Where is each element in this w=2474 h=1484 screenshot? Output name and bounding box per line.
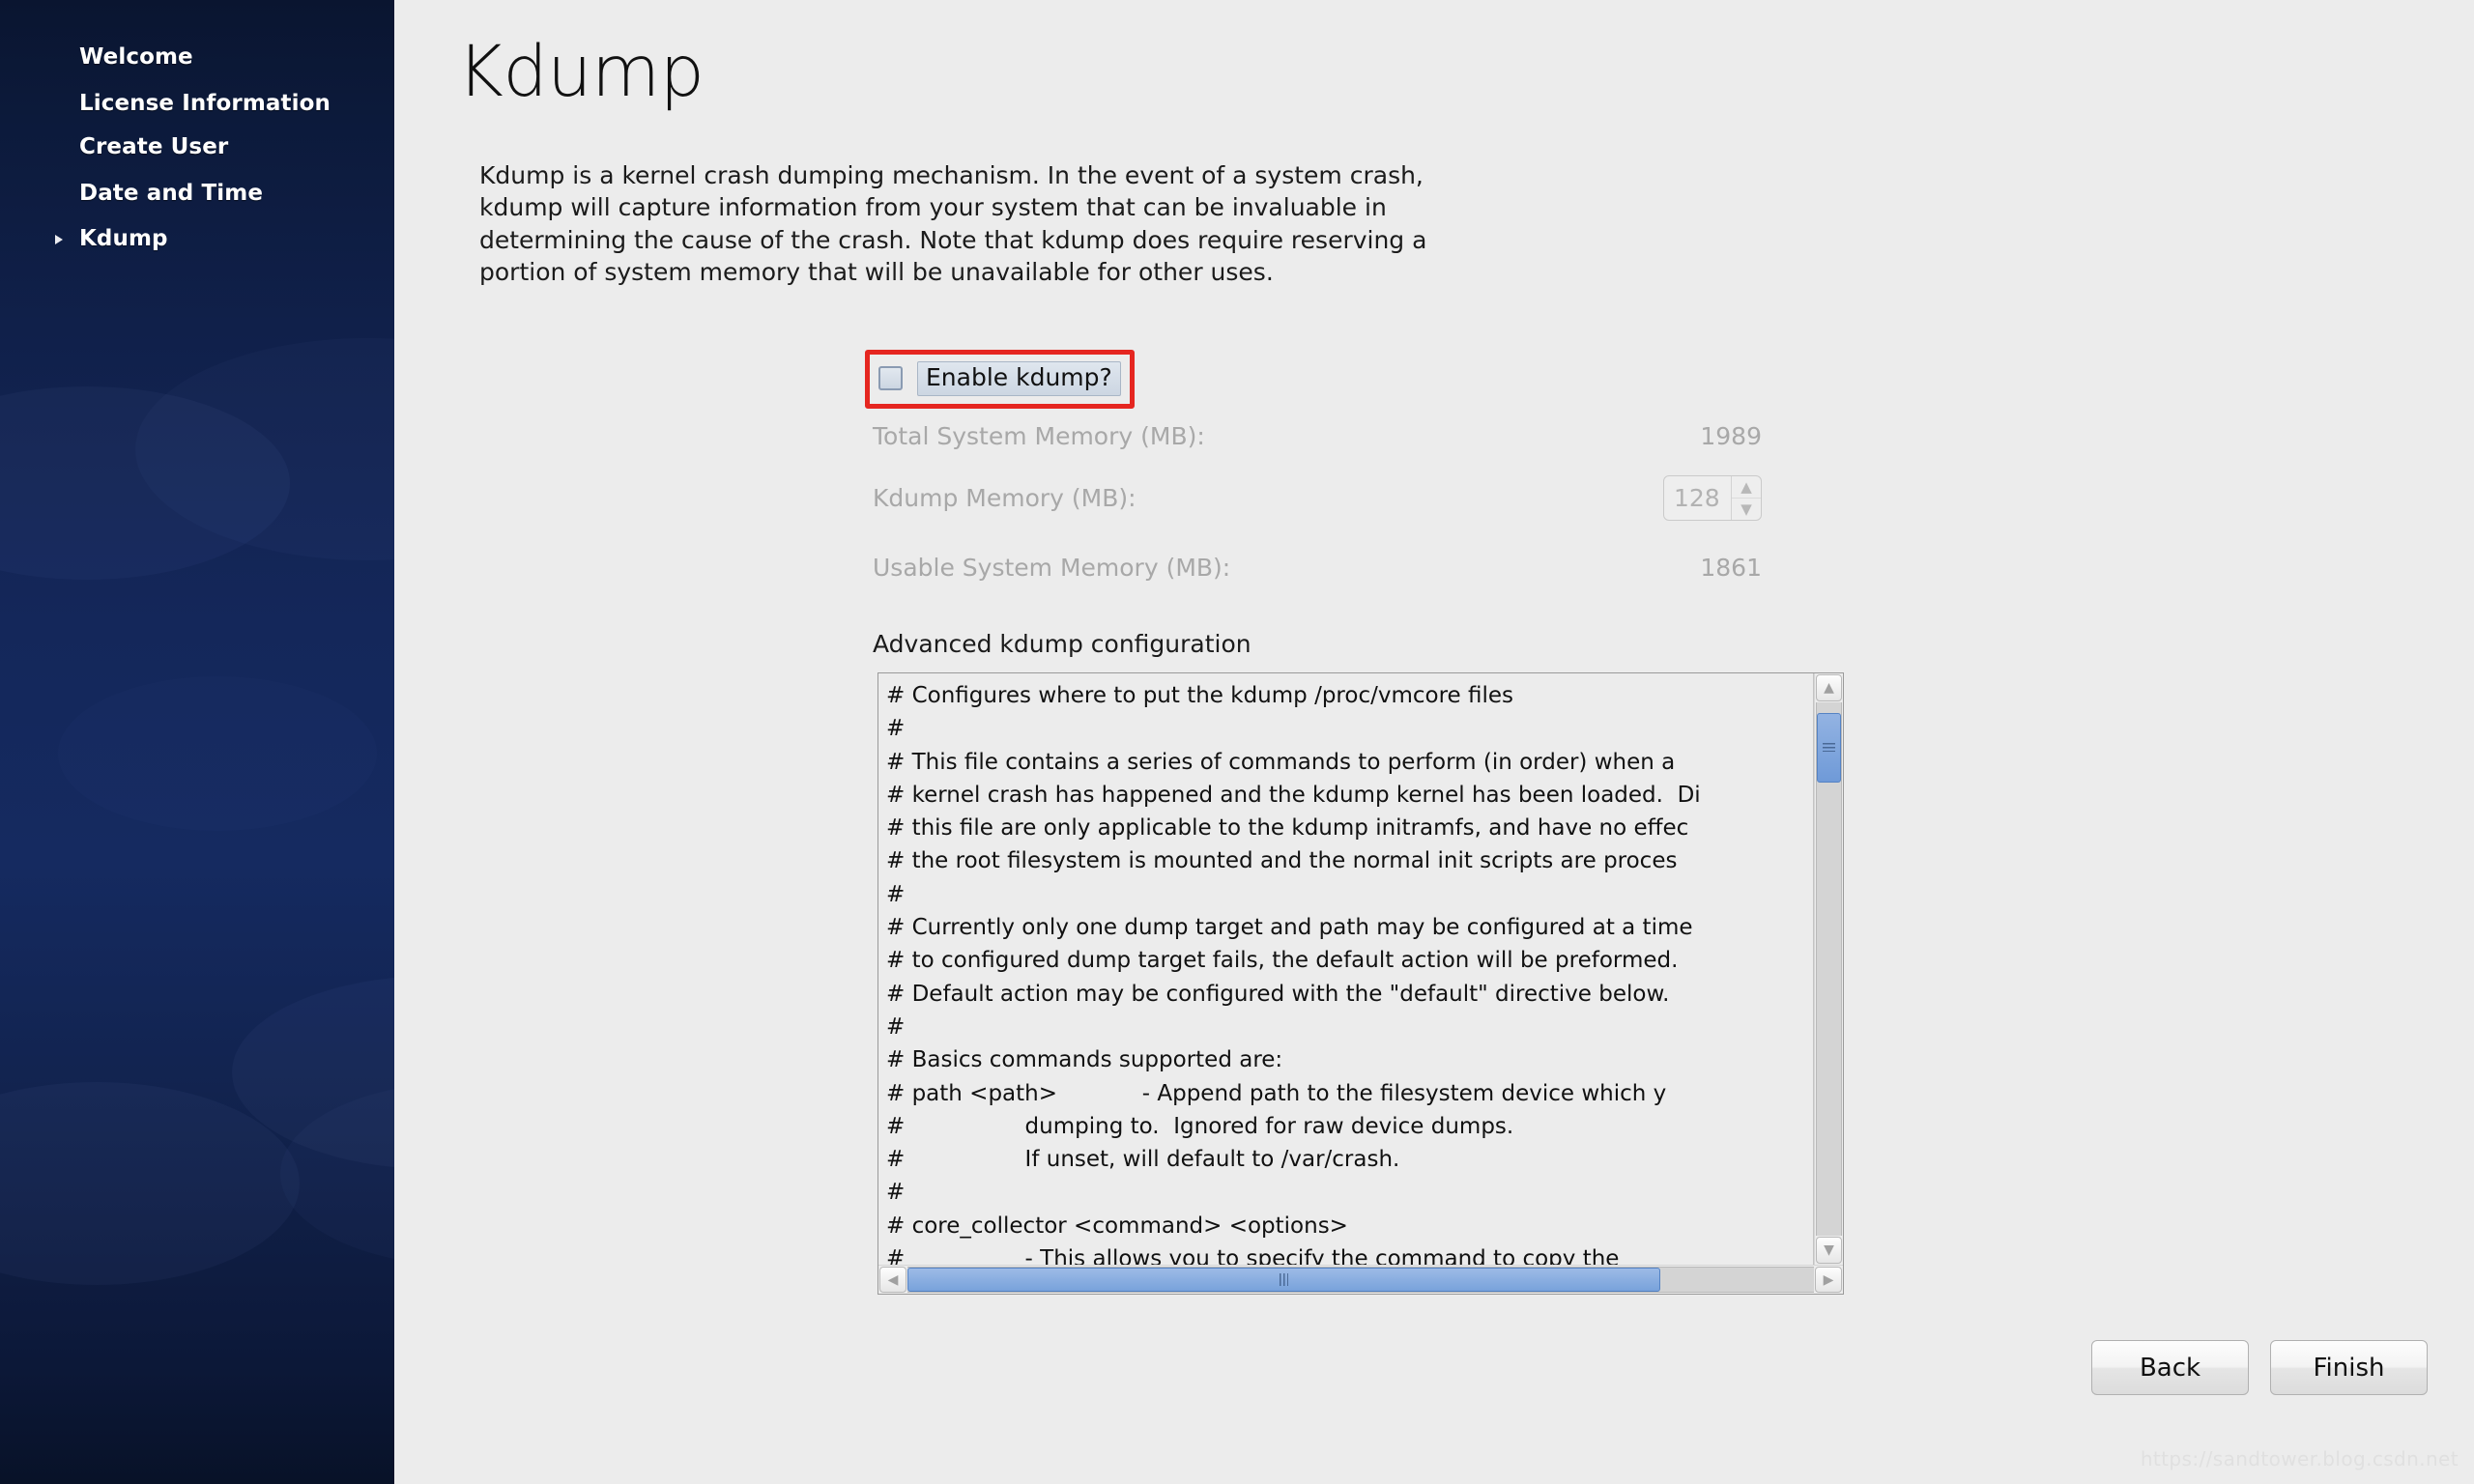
watermark: https://sandtower.blog.csdn.net <box>2140 1447 2459 1470</box>
horizontal-scrollbar[interactable]: ◀ ▶ <box>878 1265 1843 1294</box>
decorative-bubble <box>0 386 290 580</box>
back-button[interactable]: Back <box>2091 1340 2249 1395</box>
chevron-up-icon[interactable]: ▲ <box>1816 674 1842 701</box>
usable-system-memory-label: Usable System Memory (MB): <box>873 554 1231 582</box>
chevron-up-icon[interactable]: ▲ <box>1732 476 1761 499</box>
sidebar-item-create-user[interactable]: Create User <box>0 132 394 162</box>
chevron-down-icon[interactable]: ▼ <box>1732 499 1761 520</box>
sidebar-nav: Welcome License Information Create User … <box>0 0 394 271</box>
vertical-scroll-thumb[interactable] <box>1817 713 1841 783</box>
decorative-bubble <box>0 1082 300 1285</box>
sidebar-item-date-and-time[interactable]: Date and Time <box>0 179 394 209</box>
chevron-left-icon[interactable]: ◀ <box>879 1267 906 1293</box>
total-system-memory-value: 1989 <box>1700 422 1762 450</box>
sidebar-item-welcome[interactable]: Welcome <box>0 43 394 72</box>
enable-kdump-checkbox[interactable] <box>878 366 903 391</box>
sidebar-item-label: Date and Time <box>79 180 264 206</box>
enable-kdump-highlight: Enable kdump? <box>865 350 1135 409</box>
sidebar-item-label: Welcome <box>79 44 193 70</box>
active-arrow-icon <box>55 234 63 244</box>
decorative-bubble <box>232 976 394 1169</box>
chevron-right-icon[interactable]: ▶ <box>1815 1267 1842 1293</box>
page-title: Kdump <box>457 31 705 113</box>
stepper-buttons: ▲ ▼ <box>1731 476 1761 520</box>
kdump-memory-stepper[interactable]: 128 ▲ ▼ <box>1663 475 1762 521</box>
finish-button[interactable]: Finish <box>2270 1340 2428 1395</box>
sidebar-item-label: License Information <box>79 90 331 116</box>
chevron-down-icon[interactable]: ▼ <box>1816 1237 1842 1264</box>
grip-icon <box>1279 1273 1288 1286</box>
total-system-memory-label: Total System Memory (MB): <box>873 422 1205 450</box>
grip-icon <box>1823 743 1835 753</box>
decorative-bubble <box>280 1082 394 1266</box>
advanced-config-label: Advanced kdump configuration <box>873 630 1251 658</box>
total-system-memory-row: Total System Memory (MB): 1989 <box>873 422 1762 450</box>
sidebar: Welcome License Information Create User … <box>0 0 394 1484</box>
intro-paragraph: Kdump is a kernel crash dumping mechanis… <box>479 161 1427 286</box>
config-text: # Configures where to put the kdump /pro… <box>886 683 1701 1265</box>
kdump-memory-row: Kdump Memory (MB): 128 ▲ ▼ <box>873 475 1762 521</box>
sidebar-item-label: Kdump <box>79 226 168 252</box>
usable-system-memory-value: 1861 <box>1700 554 1762 582</box>
horizontal-scroll-thumb[interactable] <box>907 1268 1660 1292</box>
vertical-scroll-track[interactable] <box>1816 702 1842 1236</box>
usable-system-memory-row: Usable System Memory (MB): 1861 <box>873 554 1762 582</box>
main-content: Kdump Kdump is a kernel crash dumping me… <box>394 0 2474 1484</box>
footer-buttons: Back Finish <box>2091 1340 2428 1395</box>
decorative-bubble <box>135 338 394 560</box>
vertical-scrollbar[interactable]: ▲ ▼ <box>1814 673 1843 1265</box>
sidebar-item-label: Create User <box>79 134 229 160</box>
config-textarea[interactable]: # Configures where to put the kdump /pro… <box>878 673 1814 1265</box>
horizontal-scroll-track[interactable] <box>907 1267 1814 1293</box>
kdump-memory-input[interactable]: 128 <box>1664 476 1731 520</box>
decorative-bubble <box>58 676 377 831</box>
advanced-config-editor: # Configures where to put the kdump /pro… <box>877 672 1844 1295</box>
editor-body: # Configures where to put the kdump /pro… <box>878 673 1843 1265</box>
kdump-memory-label: Kdump Memory (MB): <box>873 484 1136 512</box>
sidebar-item-license-information[interactable]: License Information <box>0 89 394 119</box>
enable-kdump-label[interactable]: Enable kdump? <box>917 361 1121 396</box>
firstboot-window: Welcome License Information Create User … <box>0 0 2474 1484</box>
sidebar-item-kdump[interactable]: Kdump <box>0 224 394 254</box>
